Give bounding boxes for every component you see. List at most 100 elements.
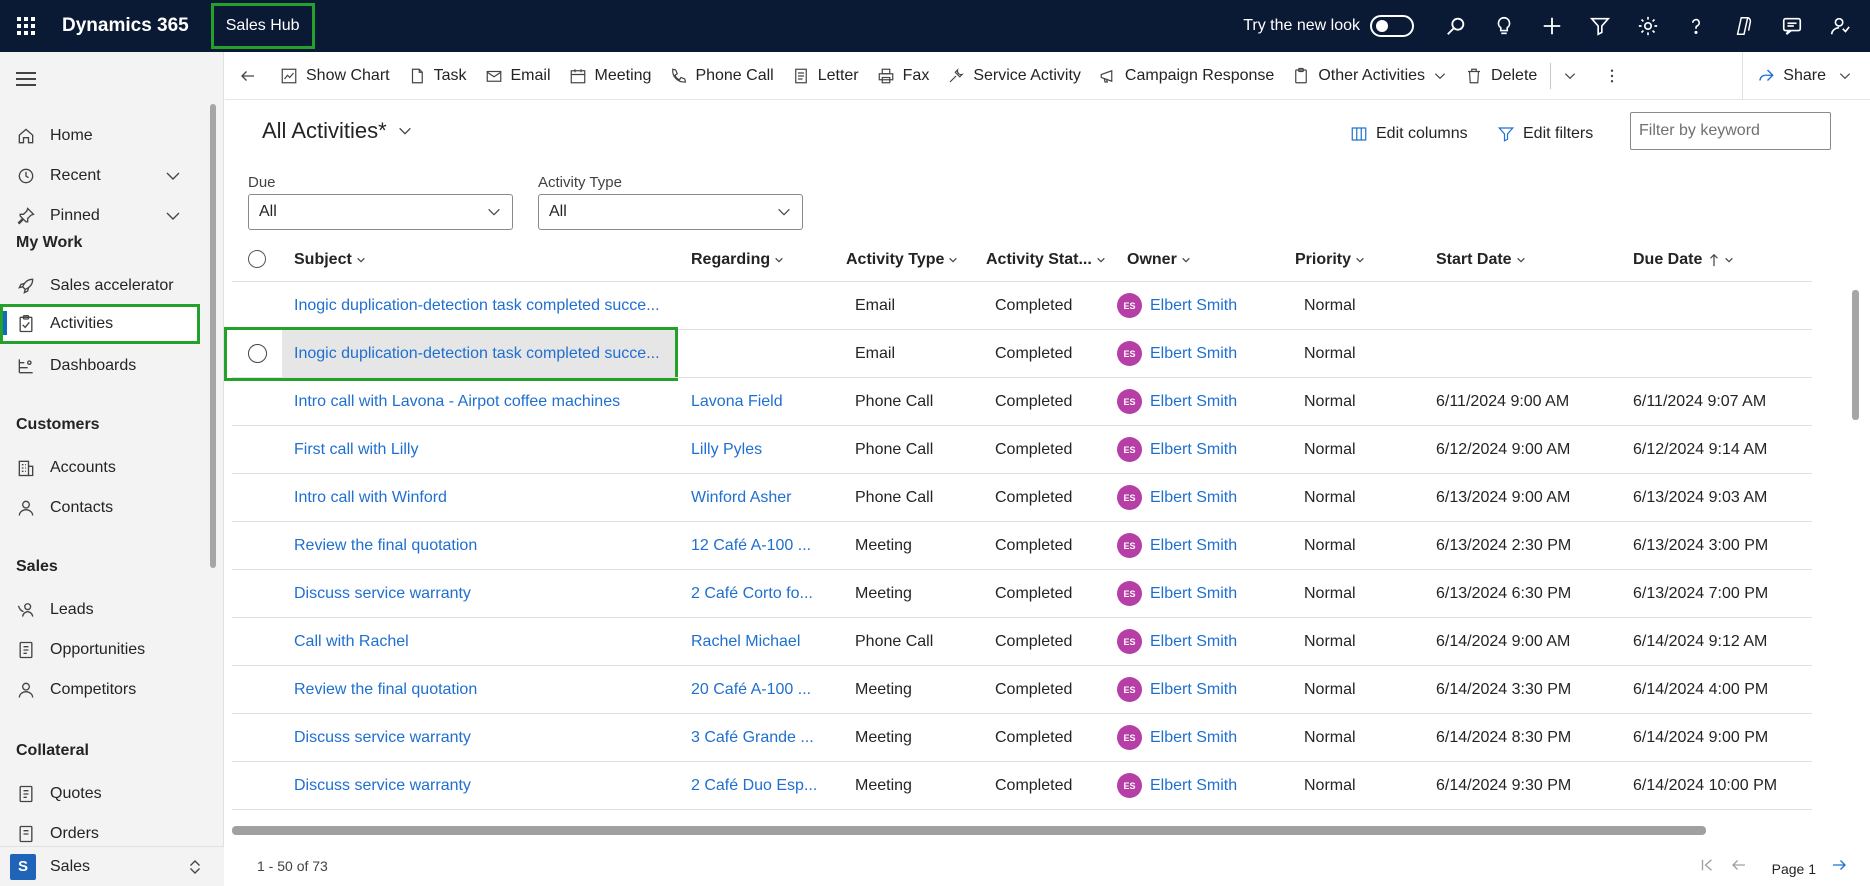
- fax-button[interactable]: Fax: [868, 52, 939, 100]
- subject-link[interactable]: Review the final quotation: [294, 666, 674, 713]
- more-commands-button[interactable]: [1585, 52, 1639, 100]
- sidebar-item-leads[interactable]: Leads: [0, 592, 212, 628]
- owner-cell[interactable]: ES Elbert Smith: [1117, 426, 1237, 473]
- owner-cell[interactable]: ES Elbert Smith: [1117, 666, 1237, 713]
- regarding-link[interactable]: Rachel Michael: [691, 618, 836, 665]
- sidebar-item-accounts[interactable]: Accounts: [0, 450, 212, 486]
- owner-cell[interactable]: ES Elbert Smith: [1117, 474, 1237, 521]
- sidebar-item-activities[interactable]: Activities: [0, 304, 200, 344]
- delete-button[interactable]: Delete: [1456, 52, 1546, 100]
- subject-link[interactable]: Inogic duplication-detection task comple…: [294, 282, 674, 329]
- subject-link[interactable]: First call with Lilly: [294, 426, 674, 473]
- regarding-link[interactable]: 2 Café Duo Esp...: [691, 762, 836, 809]
- sidebar-item-recent[interactable]: Recent: [0, 158, 212, 194]
- edit-columns-button[interactable]: Edit columns: [1350, 120, 1468, 148]
- table-row[interactable]: Discuss service warranty 3 Café Grande .…: [232, 714, 1812, 761]
- column-header-activity-status[interactable]: Activity Stat...: [986, 238, 1106, 282]
- owner-link[interactable]: Elbert Smith: [1150, 729, 1237, 747]
- table-row[interactable]: Review the final quotation 12 Café A-100…: [232, 522, 1812, 569]
- chevron-down-icon[interactable]: [164, 207, 182, 225]
- owner-cell[interactable]: ES Elbert Smith: [1117, 378, 1237, 425]
- first-page-icon[interactable]: [1698, 856, 1716, 874]
- keyword-filter-input[interactable]: [1630, 112, 1831, 150]
- sidebar-item-home[interactable]: Home: [0, 118, 212, 154]
- owner-cell[interactable]: ES Elbert Smith: [1117, 714, 1237, 761]
- delete-dropdown-button[interactable]: [1555, 52, 1585, 100]
- column-header-owner[interactable]: Owner: [1127, 238, 1191, 282]
- table-row-focused[interactable]: Inogic duplication-detection task comple…: [224, 327, 1812, 381]
- owner-link[interactable]: Elbert Smith: [1150, 537, 1237, 555]
- app-launcher-button[interactable]: [0, 0, 52, 52]
- view-selector[interactable]: All Activities*: [262, 118, 413, 144]
- table-row[interactable]: Intro call with Lavona - Airpot coffee m…: [232, 378, 1812, 425]
- owner-cell[interactable]: ES Elbert Smith: [1117, 330, 1237, 377]
- due-filter-select[interactable]: All: [248, 194, 513, 230]
- app-name[interactable]: Sales Hub: [210, 3, 315, 49]
- owner-cell[interactable]: ES Elbert Smith: [1117, 762, 1237, 809]
- regarding-link[interactable]: [691, 330, 836, 377]
- task-button[interactable]: Task: [399, 52, 476, 100]
- owner-link[interactable]: Elbert Smith: [1150, 393, 1237, 411]
- subject-link[interactable]: Discuss service warranty: [294, 714, 674, 761]
- owner-cell[interactable]: ES Elbert Smith: [1117, 570, 1237, 617]
- column-header-start-date[interactable]: Start Date: [1436, 238, 1526, 282]
- subject-link[interactable]: Intro call with Lavona - Airpot coffee m…: [294, 378, 674, 425]
- brand-name[interactable]: Dynamics 365: [62, 15, 189, 37]
- sidebar-item-quotes[interactable]: Quotes: [0, 776, 212, 812]
- subject-link[interactable]: Review the final quotation: [294, 522, 674, 569]
- table-row[interactable]: Discuss service warranty 2 Café Duo Esp.…: [232, 762, 1812, 809]
- ideas-button[interactable]: [1480, 0, 1528, 52]
- campaign-response-button[interactable]: Campaign Response: [1090, 52, 1283, 100]
- table-row[interactable]: Call with Rachel Rachel Michael Phone Ca…: [232, 618, 1812, 665]
- service-activity-button[interactable]: Service Activity: [938, 52, 1090, 100]
- table-row[interactable]: Intro call with Winford Winford Asher Ph…: [232, 474, 1812, 521]
- owner-cell[interactable]: ES Elbert Smith: [1117, 618, 1237, 665]
- search-button[interactable]: [1432, 0, 1480, 52]
- subject-link[interactable]: Discuss service warranty: [294, 762, 674, 809]
- area-switcher[interactable]: S Sales: [0, 846, 224, 886]
- regarding-link[interactable]: 3 Café Grande ...: [691, 714, 836, 761]
- regarding-link[interactable]: Winford Asher: [691, 474, 836, 521]
- next-page-icon[interactable]: [1830, 856, 1848, 874]
- column-header-activity-type[interactable]: Activity Type: [846, 238, 958, 282]
- subject-link[interactable]: Discuss service warranty: [294, 570, 674, 617]
- email-button[interactable]: Email: [476, 52, 560, 100]
- sidebar-item-sales-accelerator[interactable]: Sales accelerator: [0, 268, 212, 304]
- table-row[interactable]: Discuss service warranty 2 Café Corto fo…: [232, 570, 1812, 617]
- edit-filters-button[interactable]: Edit filters: [1497, 120, 1593, 148]
- table-row[interactable]: Inogic duplication-detection task comple…: [232, 282, 1812, 329]
- sidebar-item-pinned[interactable]: Pinned: [0, 198, 212, 234]
- chevron-down-icon[interactable]: [164, 167, 182, 185]
- table-row[interactable]: Review the final quotation 20 Café A-100…: [232, 666, 1812, 713]
- show-chart-button[interactable]: Show Chart: [271, 52, 399, 100]
- column-header-due-date[interactable]: Due Date: [1633, 238, 1734, 282]
- help-button[interactable]: [1672, 0, 1720, 52]
- sidebar-item-competitors[interactable]: Competitors: [0, 672, 212, 708]
- regarding-link[interactable]: [691, 282, 836, 329]
- sidebar-scrollbar[interactable]: [210, 104, 216, 568]
- regarding-link[interactable]: 12 Café A-100 ...: [691, 522, 836, 569]
- owner-cell[interactable]: ES Elbert Smith: [1117, 282, 1237, 329]
- phone-call-button[interactable]: Phone Call: [660, 52, 782, 100]
- settings-button[interactable]: [1624, 0, 1672, 52]
- owner-link[interactable]: Elbert Smith: [1150, 489, 1237, 507]
- horizontal-scrollbar[interactable]: [232, 826, 1706, 835]
- regarding-link[interactable]: Lavona Field: [691, 378, 836, 425]
- regarding-link[interactable]: 20 Café A-100 ...: [691, 666, 836, 713]
- owner-cell[interactable]: ES Elbert Smith: [1117, 522, 1237, 569]
- owner-link[interactable]: Elbert Smith: [1150, 297, 1237, 315]
- sidebar-item-dashboards[interactable]: Dashboards: [0, 348, 212, 384]
- owner-link[interactable]: Elbert Smith: [1150, 441, 1237, 459]
- other-activities-button[interactable]: Other Activities: [1283, 52, 1456, 100]
- chat-button[interactable]: [1768, 0, 1816, 52]
- regarding-link[interactable]: 2 Café Corto fo...: [691, 570, 836, 617]
- select-all-checkbox[interactable]: [248, 250, 266, 268]
- letter-button[interactable]: Letter: [783, 52, 868, 100]
- column-header-subject[interactable]: Subject: [294, 238, 366, 282]
- hamburger-icon[interactable]: [16, 72, 36, 90]
- column-header-priority[interactable]: Priority: [1295, 238, 1365, 282]
- sidebar-item-opportunities[interactable]: Opportunities: [0, 632, 212, 668]
- meeting-button[interactable]: Meeting: [560, 52, 661, 100]
- copilot-button[interactable]: [1720, 0, 1768, 52]
- new-look-toggle[interactable]: [1370, 15, 1414, 37]
